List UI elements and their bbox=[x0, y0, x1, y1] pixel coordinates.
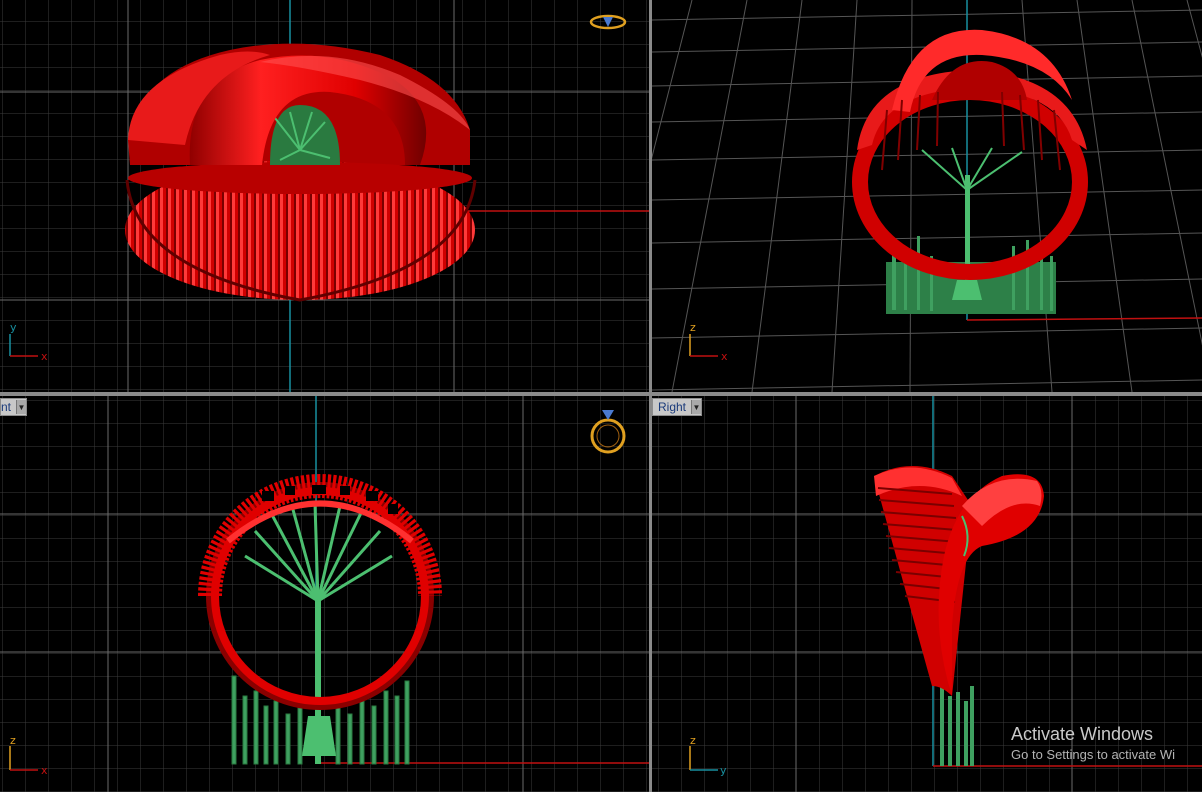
viewport-splitter-horizontal[interactable] bbox=[0, 392, 1202, 396]
viewport-right[interactable]: z y Right ▼ bbox=[652, 396, 1202, 792]
viewport-label-right[interactable]: Right ▼ bbox=[652, 398, 703, 416]
viewport-top-scene[interactable]: y x bbox=[0, 0, 649, 392]
viewport-label-text: Right bbox=[658, 400, 687, 414]
axis-label-y: y bbox=[720, 764, 727, 777]
chevron-down-icon[interactable]: ▼ bbox=[16, 400, 27, 414]
axis-label-x: x bbox=[721, 350, 728, 363]
viewport-front-scene[interactable]: z x bbox=[0, 396, 649, 792]
viewport-label-front[interactable]: nt ▼ bbox=[0, 398, 28, 416]
axis-label-z: z bbox=[10, 734, 16, 747]
axis-label-y: y bbox=[10, 321, 17, 334]
viewport-perspective[interactable]: z x bbox=[652, 0, 1202, 392]
viewport-perspective-scene[interactable]: z x bbox=[652, 0, 1202, 392]
viewport-front[interactable]: z x nt ▼ bbox=[0, 396, 649, 792]
axis-label-z: z bbox=[690, 734, 696, 747]
chevron-down-icon[interactable]: ▼ bbox=[691, 400, 702, 414]
ring-model[interactable] bbox=[125, 43, 477, 302]
viewport-label-text: nt bbox=[1, 400, 12, 414]
axis-label-z: z bbox=[690, 321, 696, 334]
viewport-splitter-vertical[interactable] bbox=[649, 0, 652, 792]
viewport-right-scene[interactable]: z y bbox=[652, 396, 1202, 792]
viewport-top[interactable]: y x bbox=[0, 0, 649, 392]
axis-label-x: x bbox=[41, 350, 48, 363]
axis-label-x: x bbox=[41, 764, 48, 777]
